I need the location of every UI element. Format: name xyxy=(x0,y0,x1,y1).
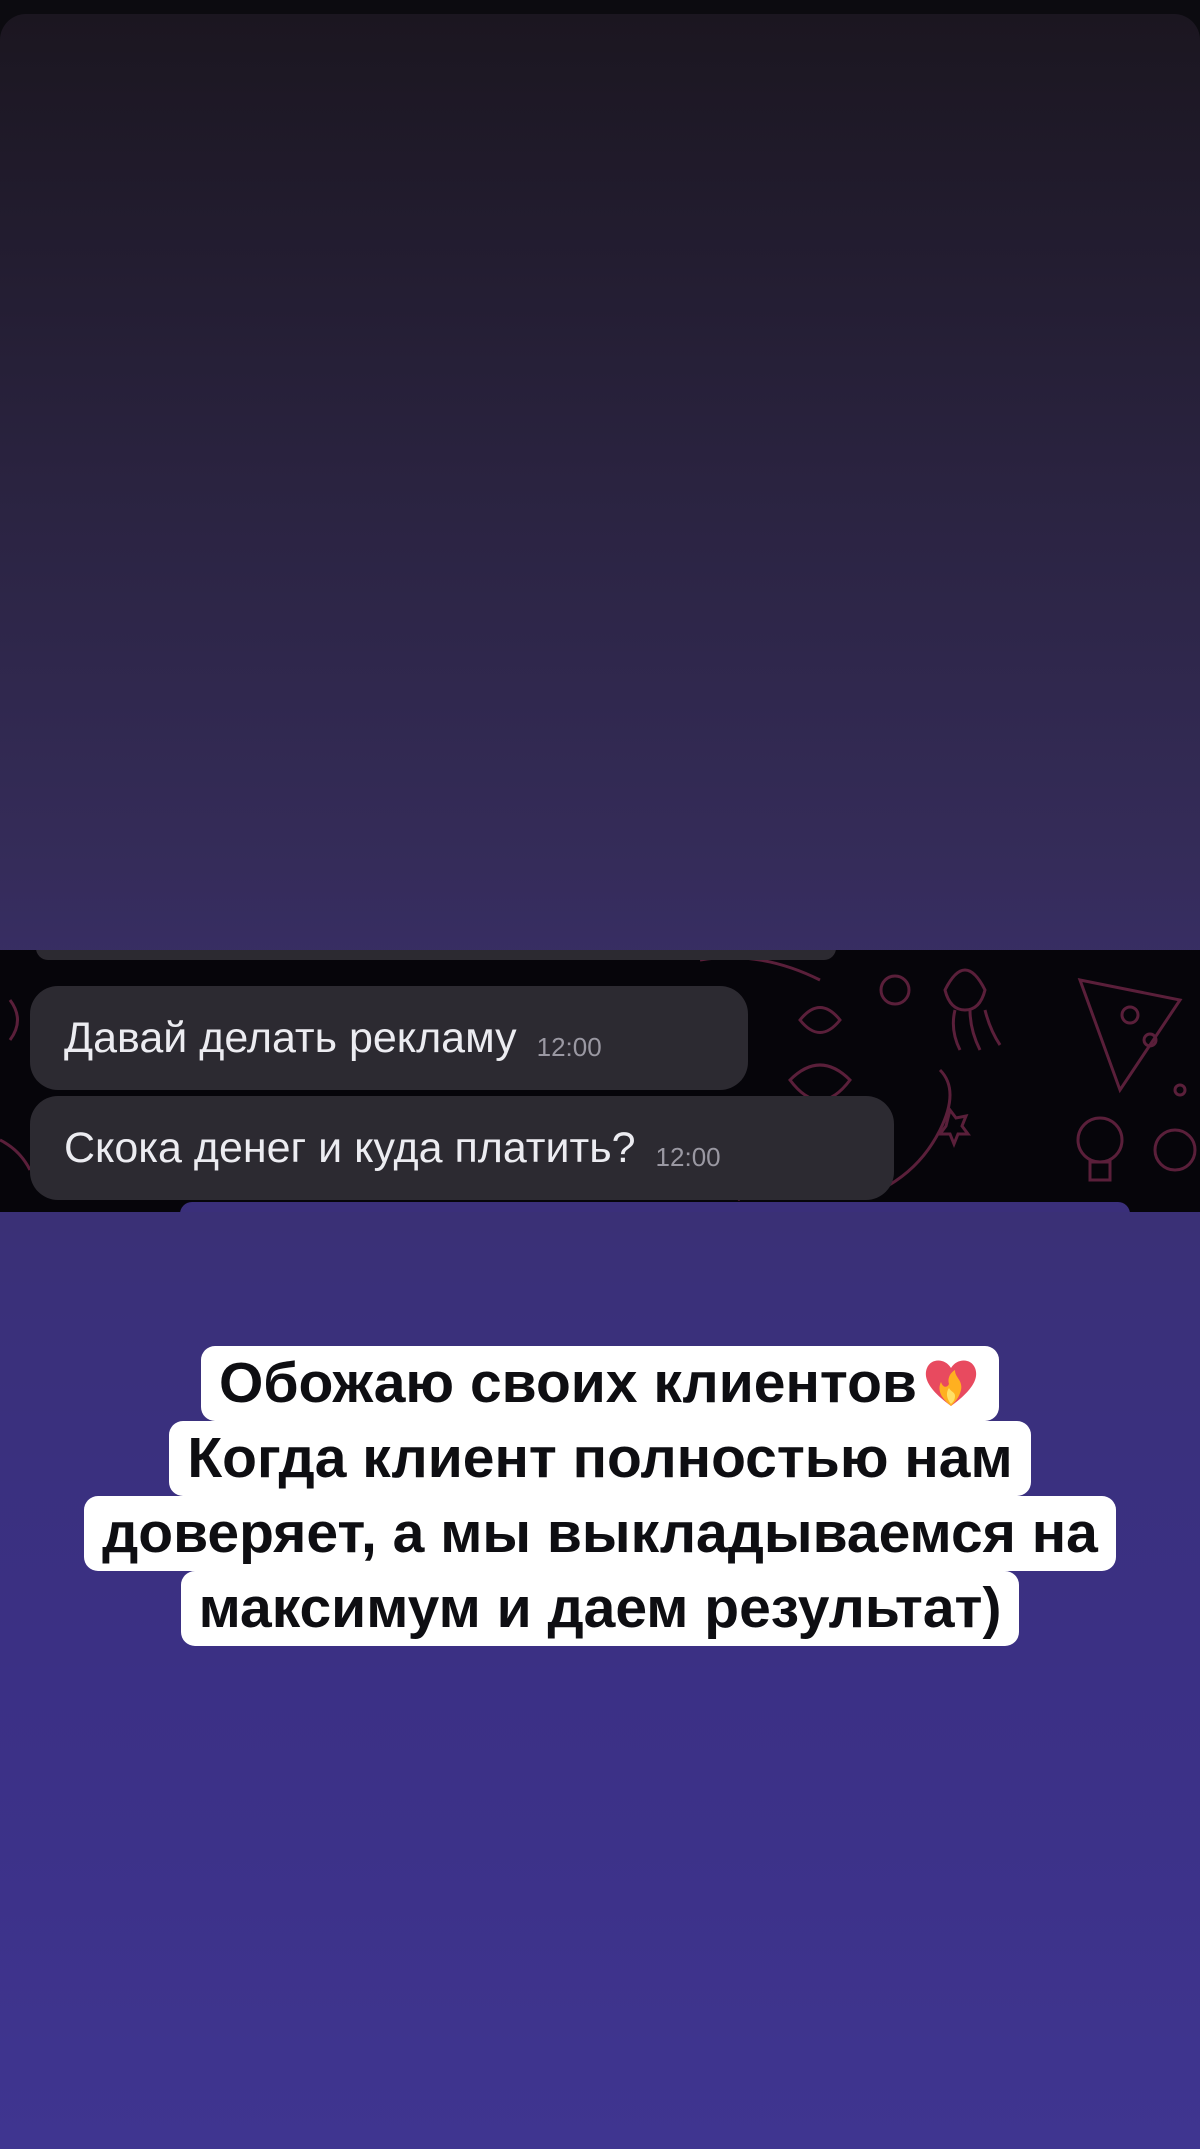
message-bubble[interactable]: Давай делать рекламу 12:00 xyxy=(30,986,748,1090)
caption-line: максимум и даем результат) xyxy=(180,1571,1020,1646)
message-time: 12:00 xyxy=(536,1031,602,1062)
heart-on-fire-icon xyxy=(925,1360,977,1406)
chat-screenshot: Давай делать рекламу 12:00 Скока денег и… xyxy=(0,950,1200,1212)
caption-line: Обожаю своих клиентов xyxy=(201,1346,999,1421)
next-message-edge xyxy=(180,1202,1130,1212)
story-caption: Обожаю своих клиентов Когда клиент полно… xyxy=(0,1346,1200,1646)
previous-message-edge xyxy=(36,950,836,960)
caption-line: доверяет, а мы выкладываемся на xyxy=(84,1496,1116,1571)
message-text: Давай делать рекламу xyxy=(64,1013,517,1062)
message-text: Скока денег и куда платить? xyxy=(64,1123,636,1172)
message-time: 12:00 xyxy=(655,1141,721,1172)
story-background: Давай делать рекламу 12:00 Скока денег и… xyxy=(0,14,1200,2149)
caption-line: Когда клиент полностью нам xyxy=(169,1421,1031,1496)
message-bubble[interactable]: Скока денег и куда платить? 12:00 xyxy=(30,1096,894,1200)
